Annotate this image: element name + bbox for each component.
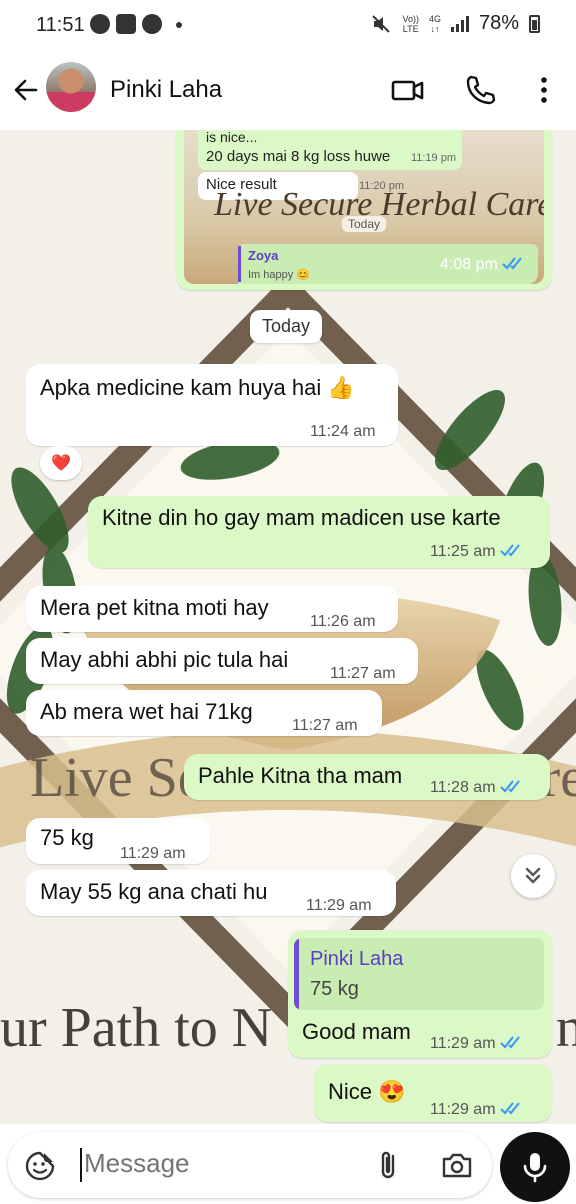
message-input[interactable] [84,1148,364,1179]
chat-header: Pinki Laha [0,50,576,130]
message-time: 11:24 am [310,423,376,440]
message-time: 11:27 am [292,717,358,734]
outgoing-message-bubble[interactable]: Nice 😍 11:29 am [314,1064,552,1122]
message-text: May abhi abhi pic tula hai [40,647,289,672]
message-text: Pahle Kitna tha mam [198,763,403,788]
message-text: Kitne din ho gay mam madicen use karte [102,505,501,530]
read-ticks-icon [499,1102,520,1115]
outgoing-message-bubble[interactable]: Pahle Kitna tha mam 11:28 am [184,754,550,800]
more-notifications-dot [176,22,182,28]
network-gen-indicator: 4G ↓↑ [429,14,441,34]
emoji-sticker-icon[interactable] [24,1150,56,1182]
incoming-message-bubble[interactable]: 75 kg 11:29 am [26,818,210,864]
outgoing-message-bubble[interactable]: Kitne din ho gay mam madicen use karte 1… [88,496,550,568]
message-time: 11:29 am [306,897,372,914]
avatar[interactable] [46,62,96,112]
message-time: 11:26 am [310,613,376,630]
video-call-icon[interactable] [390,72,426,108]
attach-icon[interactable] [374,1148,404,1182]
text-cursor [80,1148,82,1182]
status-time: 11:51 [36,14,85,36]
wallpaper-tagline-end: n [556,997,576,1059]
microphone-icon [523,1153,547,1183]
message-text: 75 kg [40,825,94,850]
image-message-time: 4:08 pm [440,256,524,274]
double-chevron-down-icon [525,867,541,884]
more-options-icon[interactable] [526,72,562,108]
image-message-preview[interactable]: is nice... 20 days mai 8 kg loss huwe 11… [184,130,544,284]
message-text: Good mam [302,1019,411,1044]
incoming-message-bubble[interactable]: May abhi abhi pic tula hai 11:27 am [26,638,418,684]
wallpaper-tagline-start: ur Path to N [0,997,273,1059]
image-message-bubble[interactable]: is nice... 20 days mai 8 kg loss huwe 11… [176,130,552,290]
messenger-notification-icon-2 [142,14,162,34]
volte-indicator: Vo)) LTE [402,14,419,34]
messenger-notification-icon [90,14,110,34]
image-text-line2-time: 11:19 pm [410,152,456,164]
message-text: Nice 😍 [328,1079,406,1104]
image-text-line1: is nice... [206,130,258,145]
quoted-text: 75 kg [310,978,359,1000]
image-embedded-bubble-1: is nice... 20 days mai 8 kg loss huwe 11… [198,130,462,170]
volte-bottom: LTE [402,23,419,34]
gallery-notification-icon [116,14,136,34]
message-time: 11:28 am [430,774,522,802]
read-ticks-icon [499,544,520,557]
image-inner-day-chip: Today [342,216,387,232]
voice-call-icon[interactable] [462,72,498,108]
status-bar: 11:51 Vo)) LTE 4G ↓↑ 78% [0,0,576,50]
message-time: 11:27 am [330,665,396,682]
voice-message-button[interactable] [500,1132,570,1202]
gen-top: 4G [428,13,441,24]
camera-icon[interactable] [440,1148,474,1182]
message-text: Ab mera wet hai 71kg [40,699,253,724]
message-time: 11:25 am [430,538,522,566]
scroll-to-bottom-button[interactable] [511,854,555,898]
battery-percent: 78% [478,12,519,34]
gen-bottom: ↓↑ [430,23,440,34]
back-arrow-icon[interactable] [10,74,42,106]
heart-reaction-icon[interactable]: ❤️ [40,446,82,480]
mute-icon [372,14,391,33]
quoted-message[interactable]: Pinki Laha 75 kg [294,938,544,1010]
message-time: 11:29 am [430,1030,522,1058]
incoming-message-bubble[interactable]: Mera pet kitna moti hay 11:26 am [26,586,398,632]
incoming-message-bubble[interactable]: May 55 kg ana chati hu 11:29 am [26,870,396,916]
chat-area[interactable]: Live Secure Herbal Care ur Path to N n i… [0,130,576,1124]
read-ticks-icon [499,780,520,793]
day-separator-chip: Today [250,310,323,343]
incoming-message-bubble[interactable]: Apka medicine kam huya hai 👍 11:24 am [26,364,398,446]
message-input-container[interactable] [8,1132,492,1198]
battery-icon [529,14,540,33]
image-reply-name: Zoya [248,248,279,263]
signal-icon [450,15,469,32]
contact-name[interactable]: Pinki Laha [110,76,222,104]
message-text: May 55 kg ana chati hu [40,879,268,904]
quoted-sender-name: Pinki Laha [310,948,404,970]
volte-top: Vo)) [402,13,419,24]
read-ticks-icon [502,257,522,270]
incoming-message-bubble[interactable]: Ab mera wet hai 71kg 11:27 am [26,690,382,736]
message-text: Apka medicine kam huya hai 👍 [40,375,355,400]
message-time: 11:29 am [430,1096,522,1124]
image-reply-text: Im happy 😊 [248,269,310,281]
quote-bar [294,938,299,1010]
message-time: 11:29 am [120,845,186,862]
message-composer [0,1124,576,1204]
read-ticks-icon [499,1036,520,1049]
message-text: Mera pet kitna moti hay [40,595,269,620]
